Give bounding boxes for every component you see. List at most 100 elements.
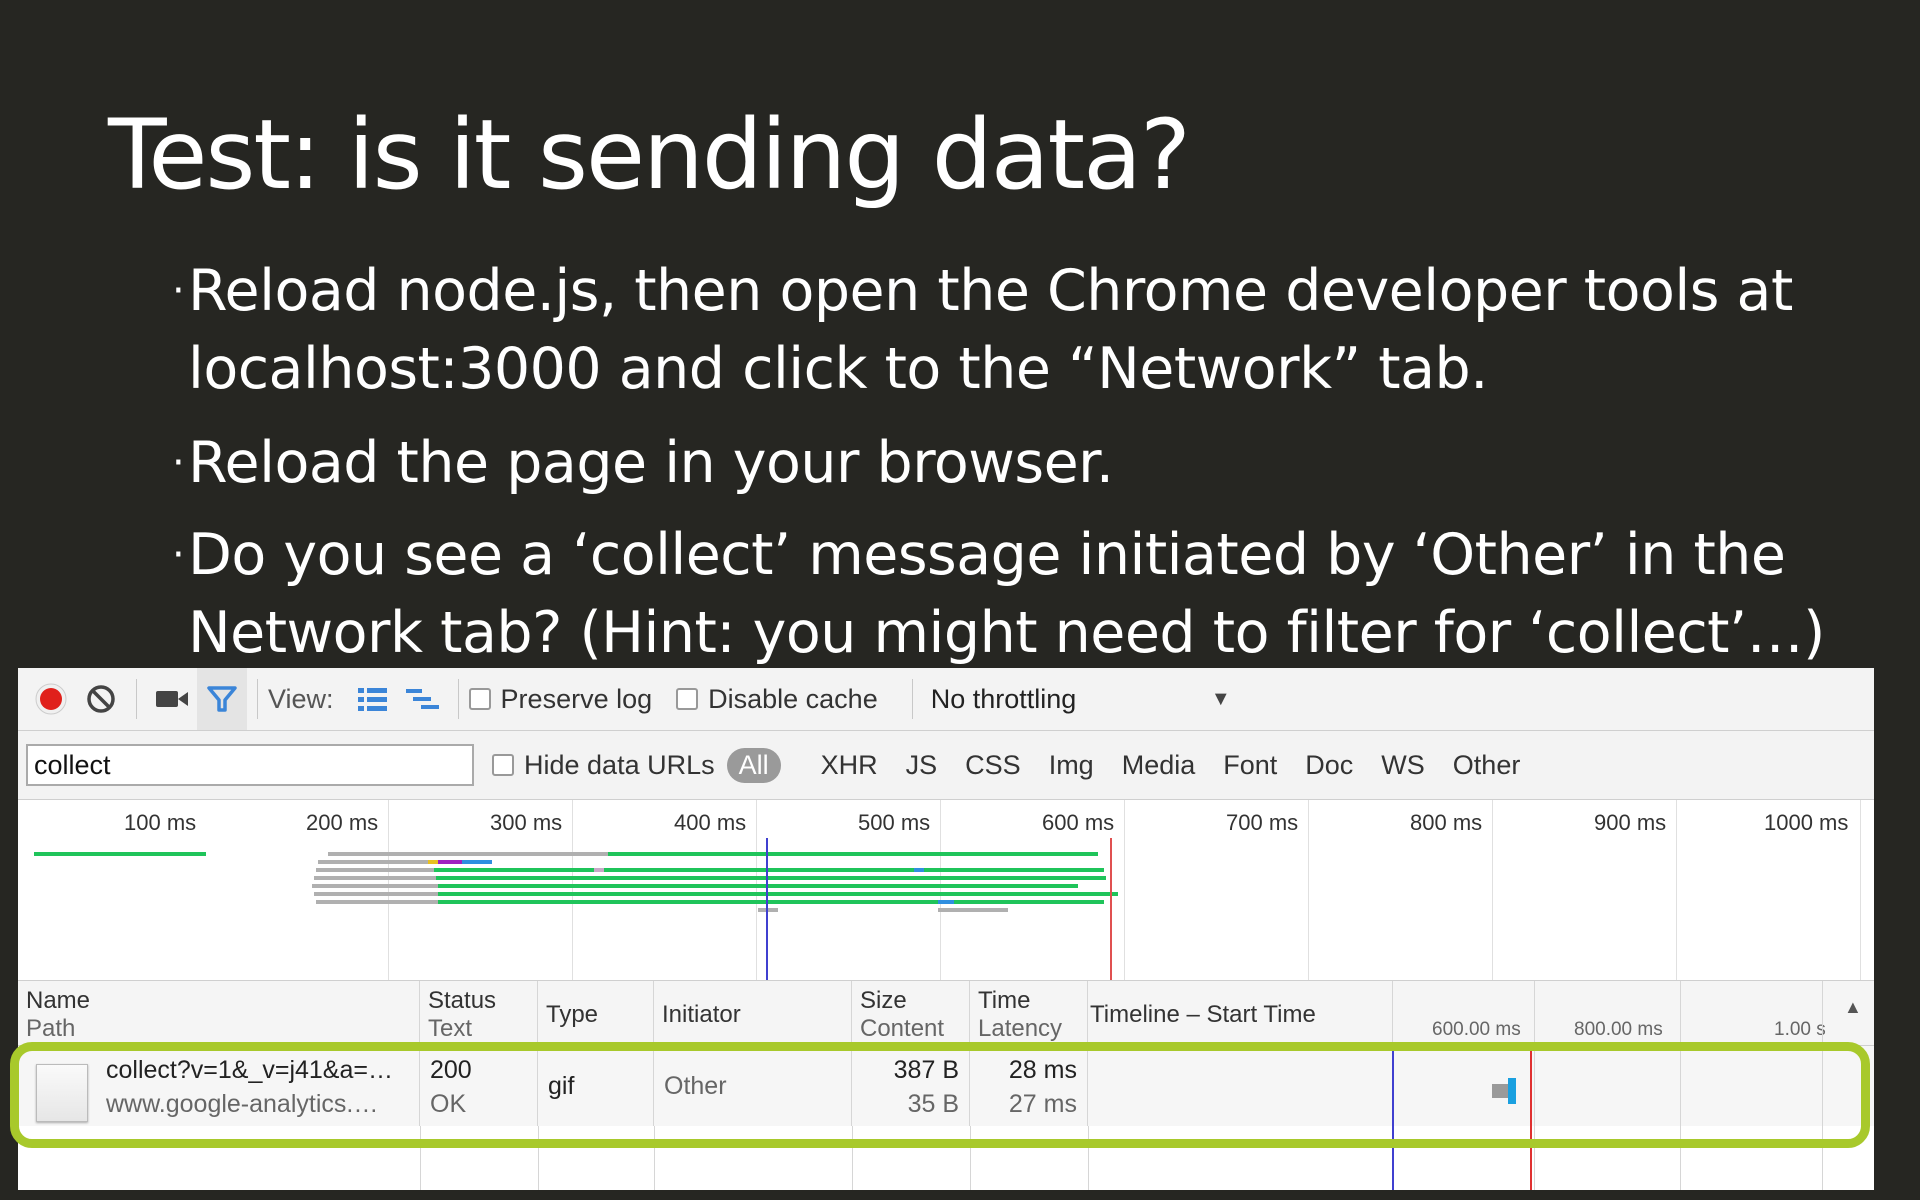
filter-type-xhr[interactable]: XHR	[821, 750, 878, 781]
checkbox-box[interactable]	[676, 688, 699, 710]
checkbox-box[interactable]	[468, 688, 491, 710]
filter-input[interactable]	[26, 744, 474, 786]
checkbox-box[interactable]	[492, 754, 514, 776]
filter-type-ws[interactable]: WS	[1381, 750, 1425, 781]
timeline-bar-receiving	[1508, 1078, 1516, 1104]
throttling-value: No throttling	[930, 683, 1077, 714]
column-timeline[interactable]: Timeline – Start Time 600.00 ms 800.00 m…	[1088, 981, 1874, 1045]
timeline-divider	[1534, 1046, 1535, 1190]
bullet-collect-message: · Do you see a ‘collect’ message initiat…	[172, 516, 1868, 672]
filter-type-css[interactable]: CSS	[965, 750, 1021, 781]
overview-bar	[608, 852, 1098, 856]
requests-table-header: Name Path Status Text Type Initiator Siz…	[18, 981, 1874, 1046]
devtools-network-panel: View: Preserve log Disable cache No thro…	[18, 668, 1874, 1190]
request-time: 28 ms	[1008, 1056, 1077, 1084]
network-toolbar: View: Preserve log Disable cache No thro…	[18, 668, 1874, 731]
overview-bar	[312, 884, 438, 888]
column-status[interactable]: Status Text	[420, 981, 538, 1045]
bullet-reload-node: · Reload node.js, then open the Chrome d…	[172, 252, 1868, 408]
overview-bar	[316, 868, 434, 872]
bullet-line: localhost:3000 and click to the “Network…	[188, 336, 1488, 402]
capture-screenshots-button[interactable]	[147, 668, 197, 730]
preserve-log-label: Preserve log	[500, 683, 653, 714]
overview-bar	[924, 868, 1104, 872]
column-divider	[1088, 1126, 1089, 1190]
bullet-line: Do you see a ‘collect’ message initiated…	[188, 522, 1786, 588]
overview-bar	[438, 892, 1118, 896]
filter-type-font[interactable]: Font	[1223, 750, 1277, 781]
list-view-icon	[357, 688, 387, 711]
filter-type-all[interactable]: All	[726, 747, 781, 783]
overview-bar	[438, 884, 1078, 888]
cell-status: 200 OK	[420, 1046, 538, 1126]
cell-name[interactable]: collect?v=1&_v=j41&a=… www.google-analyt…	[18, 1046, 420, 1126]
timeline-divider	[1822, 981, 1823, 1045]
request-path: www.google-analytics.…	[106, 1090, 379, 1118]
overview-button[interactable]	[398, 668, 448, 730]
column-divider	[852, 1126, 853, 1190]
column-divider	[970, 1126, 971, 1190]
toolbar-separator	[457, 679, 459, 719]
column-type[interactable]: Type	[538, 981, 654, 1045]
column-name-label: Name	[26, 987, 91, 1014]
filter-type-other[interactable]: Other	[1453, 750, 1521, 781]
overview-waterfall	[34, 838, 1118, 980]
bullet-line: Network tab? (Hint: you might need to fi…	[188, 600, 1825, 666]
record-icon	[35, 683, 67, 715]
bullet-dot: ·	[172, 532, 185, 578]
overview-bar	[328, 852, 478, 856]
timeline-bar-waiting	[1492, 1084, 1508, 1098]
request-latency: 27 ms	[1008, 1090, 1077, 1118]
request-name: collect?v=1&_v=j41&a=…	[106, 1056, 393, 1084]
overview-bar	[954, 900, 1104, 904]
overview-bar	[318, 860, 428, 864]
filter-type-doc[interactable]: Doc	[1305, 750, 1353, 781]
column-size[interactable]: Size Content	[852, 981, 970, 1045]
large-rows-button[interactable]	[348, 668, 398, 730]
waterfall-icon	[405, 689, 439, 709]
slide: Test: is it sending data? · Reload node.…	[0, 0, 1920, 1200]
bullet-dot: ·	[172, 440, 185, 486]
overview-bar	[438, 860, 462, 864]
network-overview[interactable]: 100 ms 200 ms 300 ms 400 ms 500 ms 600 m…	[18, 800, 1874, 981]
column-initiator[interactable]: Initiator	[654, 981, 852, 1045]
column-name[interactable]: Name Path	[18, 981, 420, 1045]
filter-type-media[interactable]: Media	[1122, 750, 1196, 781]
filter-type-img[interactable]: Img	[1049, 750, 1094, 781]
overview-bar	[478, 852, 608, 856]
column-text-label: Text	[428, 1015, 473, 1042]
preserve-log-checkbox[interactable]: Preserve log	[468, 683, 653, 715]
overview-bar	[438, 900, 938, 904]
hide-data-urls-checkbox[interactable]: Hide data URLs	[492, 750, 715, 781]
status-text: OK	[430, 1090, 467, 1118]
column-type-label: Type	[546, 1001, 599, 1028]
overview-bar	[34, 852, 206, 856]
throttling-select[interactable]: No throttling ▼	[931, 684, 1231, 715]
filter-type-js[interactable]: JS	[906, 750, 938, 781]
overview-marker-blue	[766, 838, 768, 980]
cell-initiator: Other	[654, 1046, 852, 1126]
bullet-line: Reload node.js, then open the Chrome dev…	[188, 258, 1793, 324]
column-time[interactable]: Time Latency	[970, 981, 1088, 1045]
video-camera-icon	[156, 691, 188, 707]
toolbar-separator	[136, 679, 137, 719]
request-content-size: 35 B	[907, 1090, 959, 1118]
table-row[interactable]: collect?v=1&_v=j41&a=… www.google-analyt…	[18, 1046, 1874, 1126]
column-path-label: Path	[26, 1015, 76, 1042]
cell-type: gif	[538, 1046, 654, 1126]
clear-button[interactable]	[76, 668, 126, 730]
overview-bar	[314, 892, 438, 896]
sort-ascending-icon[interactable]: ▲	[1844, 997, 1862, 1018]
overview-bar	[436, 876, 1106, 880]
timeline-divider	[1392, 981, 1393, 1045]
request-initiator: Other	[664, 1072, 727, 1100]
column-divider	[654, 1126, 655, 1190]
disable-cache-checkbox[interactable]: Disable cache	[676, 684, 878, 715]
record-button[interactable]	[26, 668, 76, 730]
overview-bar	[316, 900, 438, 904]
filter-toggle-button[interactable]	[197, 668, 247, 730]
view-label: View:	[268, 683, 334, 714]
slide-title: Test: is it sending data?	[108, 99, 1191, 211]
overview-bar	[314, 876, 436, 880]
network-filter-bar: Hide data URLs All XHR JS CSS Img Media …	[18, 731, 1874, 800]
